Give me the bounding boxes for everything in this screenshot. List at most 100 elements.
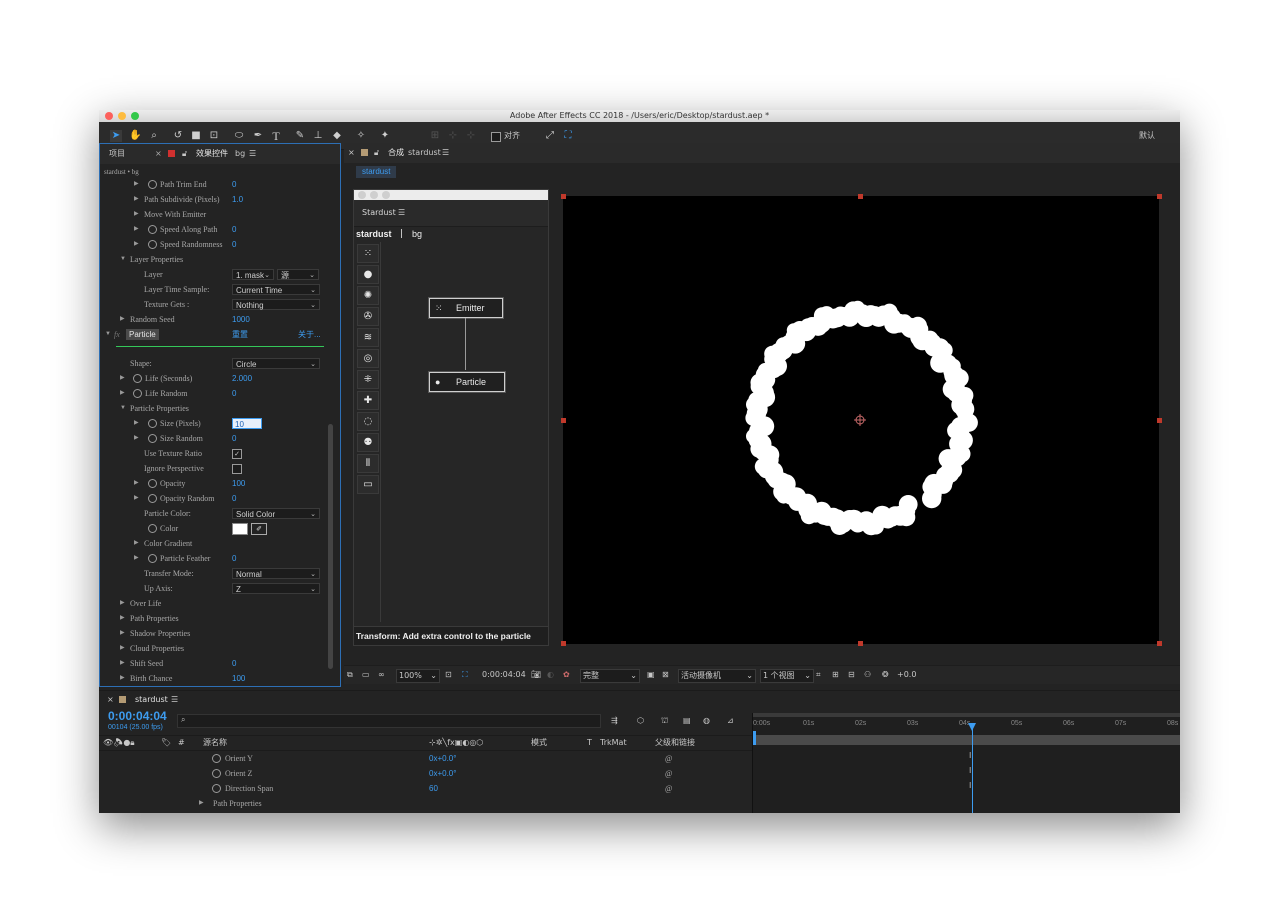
keyframe-icon[interactable]: I <box>969 781 971 790</box>
toggle-pixel-aspect-icon[interactable]: ⌗ <box>816 669 821 681</box>
collapse-triangle-icon[interactable]: ▼ <box>120 252 126 267</box>
lock-icon[interactable]: 🔓︎ <box>374 147 379 159</box>
use-texture-ratio-checkbox[interactable]: ✓ <box>232 449 242 459</box>
collapse-triangle-icon[interactable]: ▼ <box>120 401 126 416</box>
particle-icon[interactable]: ● <box>357 265 379 284</box>
expand-triangle-icon[interactable]: ▶ <box>134 551 139 566</box>
comp-mini-flowchart-icon[interactable]: ⇶ <box>611 715 618 727</box>
bbox-handle[interactable] <box>1157 418 1162 423</box>
comp-canvas[interactable] <box>563 196 1159 644</box>
snap-icon[interactable]: ⤢ <box>544 130 556 142</box>
col-source-name[interactable]: 源名称 <box>203 737 227 749</box>
fit-icon[interactable]: ⊡ <box>445 669 452 681</box>
expand-triangle-icon[interactable]: ▶ <box>120 626 125 641</box>
expand-triangle-icon[interactable]: ▶ <box>134 207 139 222</box>
pickwhip-icon[interactable]: @ <box>665 766 672 781</box>
current-timecode[interactable]: 0:00:04:04 <box>482 669 526 681</box>
stardust-menu-icon[interactable]: ☰ <box>398 207 405 219</box>
reset-link[interactable]: 重置 <box>232 327 248 342</box>
stopwatch-icon[interactable] <box>148 494 157 503</box>
layer-dropdown[interactable]: 1. mask ⌄ <box>232 269 274 280</box>
pickwhip-icon[interactable]: @ <box>665 751 672 766</box>
col-trkmat[interactable]: TrkMat <box>600 737 627 749</box>
stopwatch-icon[interactable] <box>212 784 221 793</box>
up-axis-dropdown[interactable]: Z ⌄ <box>232 583 320 594</box>
fan-icon[interactable]: ✇ <box>357 307 379 326</box>
selection-tool-icon[interactable]: ➤ <box>110 130 122 142</box>
grid-icon[interactable]: ⁜ <box>357 370 379 389</box>
snapshot-icon[interactable]: 📷︎ <box>531 669 541 681</box>
eraser-tool-icon[interactable]: ◆ <box>331 130 343 142</box>
graph-editor-icon[interactable]: ⊿ <box>727 715 734 727</box>
target-icon[interactable]: ◎ <box>357 349 379 368</box>
always-preview-icon[interactable]: ⧉ <box>347 669 353 681</box>
pen-tool-icon[interactable]: ✒ <box>252 130 264 142</box>
frame-blending-icon[interactable]: ▤ <box>683 715 691 727</box>
workspace-label[interactable]: 默认 <box>1139 130 1155 142</box>
stopwatch-icon[interactable] <box>148 240 157 249</box>
stopwatch-icon[interactable] <box>148 419 157 428</box>
axis-local-icon[interactable]: ⊞ <box>429 130 441 142</box>
comp-subtab[interactable]: stardust <box>356 166 397 178</box>
stopwatch-icon[interactable] <box>133 389 142 398</box>
channel-icon[interactable]: ✿ <box>563 669 570 681</box>
transparency-grid-icon[interactable]: ▣ <box>647 669 655 681</box>
expand-triangle-icon[interactable]: ▶ <box>134 222 139 237</box>
rotate-tool-icon[interactable]: ↺ <box>172 130 184 142</box>
panel-menu-icon[interactable]: ☰ <box>249 148 256 160</box>
tab-composition-name[interactable]: stardust <box>408 147 441 159</box>
size-pixels-input[interactable]: 10 <box>232 418 262 429</box>
stopwatch-icon[interactable] <box>212 769 221 778</box>
cluster-icon[interactable]: ⚉ <box>357 433 379 452</box>
layer-duration-bar[interactable] <box>753 735 1180 745</box>
keyframe-icon[interactable]: I <box>969 751 971 760</box>
eyedropper-icon[interactable]: ✐ <box>251 523 267 535</box>
av-features-icons[interactable]: 👁︎🔈︎●🔒︎ <box>103 737 135 749</box>
zoom-tool-icon[interactable]: ⌕ <box>148 130 160 142</box>
stopwatch-icon[interactable] <box>133 374 142 383</box>
work-area-start[interactable] <box>753 731 756 745</box>
tab-effect-controls[interactable]: 效果控件 <box>196 148 228 160</box>
puppet-pin-tool-icon[interactable]: ✦ <box>379 130 391 142</box>
bbox-handle[interactable] <box>858 194 863 199</box>
roto-brush-tool-icon[interactable]: ✧ <box>355 130 367 142</box>
region-icon[interactable]: ⛶ <box>462 669 468 681</box>
emitter-node[interactable]: ⁙ Emitter <box>428 297 504 319</box>
expand-triangle-icon[interactable]: ▶ <box>120 371 125 386</box>
ignore-perspective-checkbox[interactable] <box>232 464 242 474</box>
stopwatch-icon[interactable] <box>148 479 157 488</box>
show-snapshot-icon[interactable]: ◐ <box>547 669 554 681</box>
close-tab-icon[interactable]: × <box>107 694 114 706</box>
vr-icon[interactable]: ∞ <box>378 669 385 681</box>
color-swatch[interactable] <box>232 523 248 535</box>
expand-triangle-icon[interactable]: ▶ <box>120 641 125 656</box>
ellipse-tool-icon[interactable]: ⬭ <box>233 130 245 142</box>
draft-3d-icon[interactable]: ⬡ <box>637 715 644 727</box>
views-dropdown[interactable]: 1 个视图 ⌄ <box>760 669 814 683</box>
stardust-close-button[interactable] <box>358 191 366 199</box>
expand-triangle-icon[interactable]: ▶ <box>120 671 125 686</box>
timeline-graph[interactable]: 0:00s 01s 02s 03s 04s 05s 06s 07s 08s I … <box>752 713 1180 813</box>
plus-icon[interactable]: ✚ <box>357 391 379 410</box>
clone-stamp-tool-icon[interactable]: ⊥ <box>312 130 324 142</box>
camera-dropdown[interactable]: 活动摄像机 ⌄ <box>678 669 756 683</box>
snap-options-icon[interactable]: ⛶ <box>562 130 574 142</box>
collapse-triangle-icon[interactable]: ▼ <box>105 327 111 342</box>
stopwatch-icon[interactable] <box>148 180 157 189</box>
expand-triangle-icon[interactable]: ▶ <box>134 237 139 252</box>
particle-effect-name[interactable]: Particle <box>126 329 159 340</box>
exposure-reset-icon[interactable]: ❂ <box>882 669 889 681</box>
lock-icon[interactable]: 🔓︎ <box>182 148 187 160</box>
fx-icon[interactable]: fx <box>114 327 120 342</box>
expand-triangle-icon[interactable]: ▶ <box>120 596 125 611</box>
tab-timeline[interactable]: stardust <box>135 694 168 706</box>
effect-panel-scrollbar[interactable] <box>328 424 333 669</box>
axis-world-icon[interactable]: ⊹ <box>447 130 459 142</box>
stopwatch-icon[interactable] <box>148 524 157 533</box>
fast-preview-icon[interactable]: ⊞ <box>832 669 839 681</box>
frame-icon[interactable]: ▭ <box>357 475 379 494</box>
stardust-minimize-button[interactable] <box>370 191 378 199</box>
align-checkbox[interactable] <box>491 132 501 142</box>
expand-triangle-icon[interactable]: ▶ <box>199 796 204 811</box>
time-ruler[interactable]: 0:00s 01s 02s 03s 04s 05s 06s 07s 08s <box>753 717 1180 731</box>
